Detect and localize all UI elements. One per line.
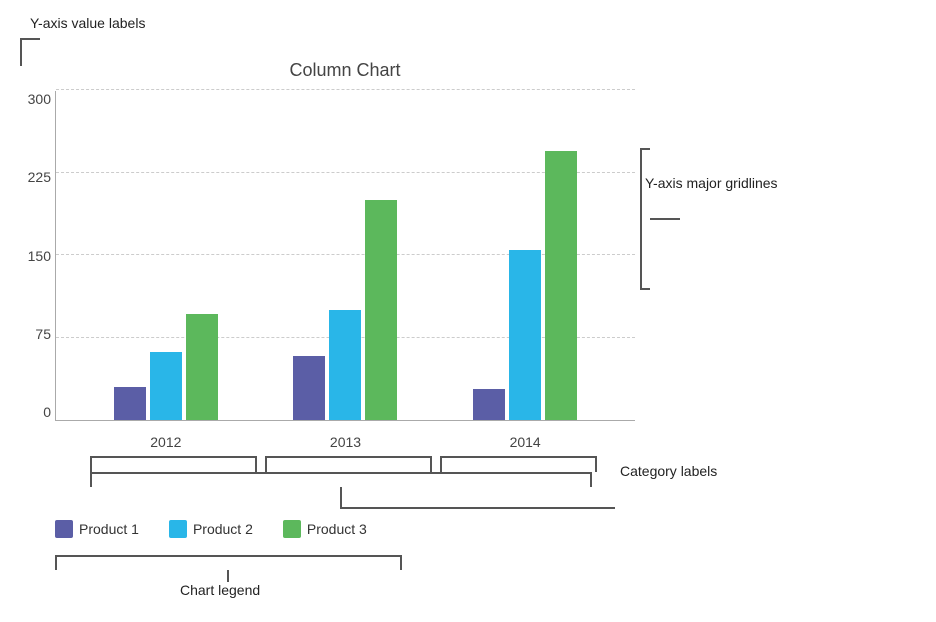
bar-2012-product1 [114, 387, 146, 420]
y-axis-labels: 0 75 150 225 300 [16, 91, 51, 420]
y-label-225: 225 [16, 169, 51, 185]
legend-swatch-product2 [169, 520, 187, 538]
bar-2012-product3 [186, 314, 218, 420]
gridline-300 [56, 89, 635, 90]
x-label-2012: 2012 [126, 434, 206, 450]
y-label-75: 75 [16, 326, 51, 342]
bar-group-2014 [473, 151, 577, 420]
bar-2014-product3 [545, 151, 577, 420]
legend-bracket-right [400, 555, 402, 570]
legend-item-product1: Product 1 [55, 520, 139, 538]
y-axis-bracket-vertical [20, 38, 22, 66]
legend-label-product2: Product 2 [193, 521, 253, 537]
cat-sub-bracket-2012-left [90, 456, 92, 472]
gridlines-bracket-vertical [640, 148, 642, 288]
bar-groups [56, 91, 635, 420]
cat-bracket-to-annotation [340, 507, 615, 509]
category-labels-annotation: Category labels [620, 463, 717, 479]
y-label-0: 0 [16, 404, 51, 420]
bar-2012-product2 [150, 352, 182, 420]
cat-sub-bracket-2012-right [255, 456, 257, 472]
legend-label-product3: Product 3 [307, 521, 367, 537]
y-label-150: 150 [16, 248, 51, 264]
legend-item-product2: Product 2 [169, 520, 253, 538]
cat-bracket-right [590, 472, 592, 487]
legend-swatch-product1 [55, 520, 73, 538]
bar-group-2012 [114, 314, 218, 420]
chart-title: Column Chart [55, 60, 635, 81]
legend-bracket-left [55, 555, 57, 570]
bar-2013-product2 [329, 310, 361, 420]
y-axis-gridlines-annotation: Y-axis major gridlines [645, 175, 778, 191]
bar-2013-product3 [365, 200, 397, 420]
cat-sub-bracket-2014-right [595, 456, 597, 472]
y-label-300: 300 [16, 91, 51, 107]
legend-bracket-top [55, 555, 400, 557]
cat-sub-bracket-2013-right [430, 456, 432, 472]
gridlines-bracket-top [640, 148, 650, 150]
bar-2013-product1 [293, 356, 325, 420]
cat-bracket-top [90, 472, 590, 474]
x-label-2013: 2013 [305, 434, 385, 450]
cat-sub-bracket-2013-left [265, 456, 267, 472]
chart-legend-annotation: Chart legend [180, 582, 260, 598]
bar-2014-product1 [473, 389, 505, 420]
chart-area: 0 75 150 225 300 [55, 91, 635, 421]
y-axis-value-labels-annotation: Y-axis value labels [30, 15, 145, 31]
legend-bracket-mid [227, 570, 229, 582]
bar-2014-product2 [509, 250, 541, 420]
gridlines-bracket-horiz [650, 218, 680, 220]
cat-bracket-left [90, 472, 92, 487]
legend-item-product3: Product 3 [283, 520, 367, 538]
cat-sub-bracket-2014-left [440, 456, 442, 472]
y-axis-bracket-horizontal [20, 38, 40, 40]
cat-bracket-mid [340, 487, 342, 507]
cat-sub-bracket-2014-top [440, 456, 595, 458]
cat-sub-bracket-2013-top [265, 456, 430, 458]
chart-legend: Product 1 Product 2 Product 3 [55, 520, 367, 538]
legend-label-product1: Product 1 [79, 521, 139, 537]
cat-sub-bracket-2012-top [90, 456, 255, 458]
page-container: Y-axis value labels Column Chart 0 75 15… [0, 0, 936, 622]
bar-group-2013 [293, 200, 397, 420]
gridlines-bracket-bottom [640, 288, 650, 290]
chart-wrapper: Column Chart 0 75 150 225 300 [55, 60, 635, 450]
x-label-2014: 2014 [485, 434, 565, 450]
legend-swatch-product3 [283, 520, 301, 538]
x-axis-labels: 2012 2013 2014 [56, 434, 635, 450]
